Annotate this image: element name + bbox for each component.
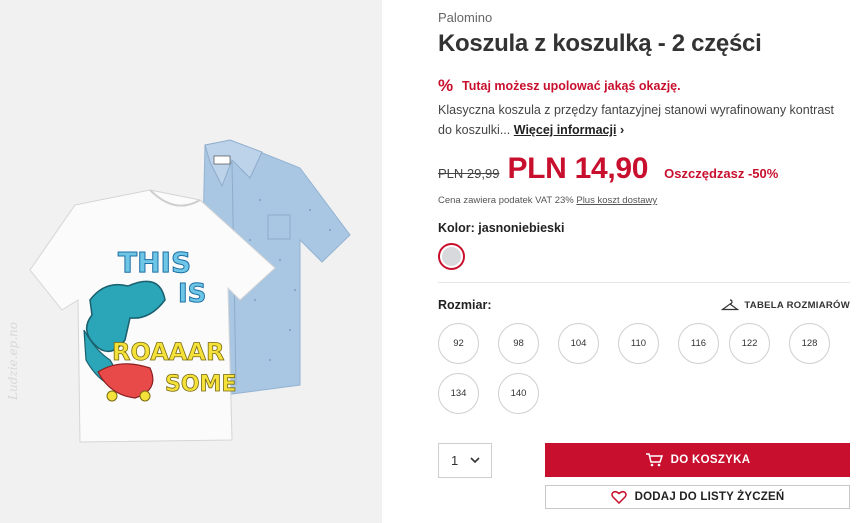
add-to-cart-button[interactable]: DO KOSZYKA — [545, 443, 850, 477]
tax-note: Cena zawiera podatek VAT 23% Plus koszt … — [438, 195, 657, 206]
svg-text:IS: IS — [178, 279, 206, 309]
size-option-104[interactable]: 104 — [558, 323, 599, 364]
cart-icon — [645, 453, 663, 467]
chevron-right-icon: › — [619, 123, 625, 137]
size-option-122[interactable]: 122 — [729, 323, 770, 364]
heart-icon — [610, 490, 627, 504]
product-info: Palomino Koszula z koszulką - 2 części %… — [438, 0, 850, 523]
add-to-wishlist-button[interactable]: DODAJ DO LISTY ŻYCZEŃ — [545, 485, 850, 509]
size-option-98[interactable]: 98 — [498, 323, 539, 364]
savings-label: Oszczędzasz -50% — [664, 166, 779, 181]
product-title: Koszula z koszulką - 2 części — [438, 30, 762, 57]
more-info-link[interactable]: Więcej informacji — [514, 123, 617, 137]
product-description: Klasyczna koszula z przędzy fantazyjnej … — [438, 100, 850, 140]
quantity-value: 1 — [451, 453, 459, 468]
size-option-140[interactable]: 140 — [498, 373, 539, 414]
size-table-link[interactable]: TABELA ROZMIARÓW — [721, 299, 850, 311]
size-label: Rozmiar: — [438, 298, 492, 312]
old-price: PLN 29,99 — [438, 166, 500, 181]
color-swatch-light-blue[interactable] — [438, 243, 465, 270]
divider — [438, 282, 850, 283]
color-swatch-fill — [442, 247, 461, 266]
shipping-cost-link[interactable]: Plus koszt dostawy — [576, 195, 657, 206]
chevron-down-icon — [470, 457, 480, 464]
svg-text:SOME: SOME — [165, 372, 236, 397]
price-row: PLN 29,99 PLN 14,90 Oszczędzasz -50% — [438, 152, 778, 186]
quantity-select[interactable]: 1 — [438, 443, 492, 478]
size-option-110[interactable]: 110 — [618, 323, 659, 364]
image-watermark: Ludzie.ep.no — [6, 321, 20, 400]
size-option-116[interactable]: 116 — [678, 323, 719, 364]
color-label: Kolor: jasnoniebieski — [438, 221, 565, 235]
product-photo-illustration: THIS IS ROAAAR SOME — [29, 139, 351, 443]
promo-text: Tutaj możesz upolować jakąś okazję. — [462, 79, 681, 93]
current-price: PLN 14,90 — [507, 152, 649, 185]
description-text: Klasyczna koszula z przędzy fantazyjnej … — [438, 103, 835, 137]
product-image[interactable]: THIS IS ROAAAR SOME Ludzie.ep.no — [0, 0, 382, 523]
add-to-wishlist-label: DODAJ DO LISTY ŻYCZEŃ — [634, 491, 785, 503]
svg-text:ROAAAR: ROAAAR — [112, 338, 224, 366]
percent-icon: % — [438, 76, 454, 95]
size-option-92[interactable]: 92 — [438, 323, 479, 364]
svg-text:THIS: THIS — [118, 246, 191, 279]
add-to-cart-label: DO KOSZYKA — [670, 454, 751, 466]
promo-banner: % Tutaj możesz upolować jakąś okazję. — [438, 76, 681, 96]
size-table-label: TABELA ROZMIARÓW — [744, 299, 850, 311]
size-option-128[interactable]: 128 — [789, 323, 830, 364]
tax-note-text: Cena zawiera podatek VAT 23% — [438, 195, 574, 206]
size-option-134[interactable]: 134 — [438, 373, 479, 414]
hanger-icon — [721, 299, 740, 311]
product-brand[interactable]: Palomino — [438, 10, 492, 25]
